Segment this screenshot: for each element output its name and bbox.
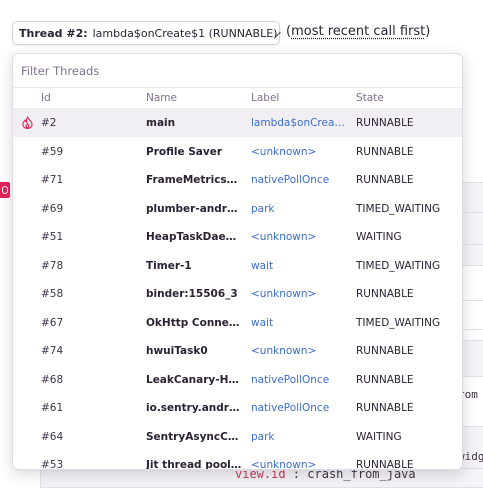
filter-threads-input[interactable] bbox=[13, 54, 462, 88]
thread-id: #2 bbox=[41, 117, 57, 129]
thread-label[interactable]: park bbox=[251, 431, 275, 443]
thread-name: OkHttp Connecti... bbox=[146, 316, 244, 329]
thread-state: RUNNABLE bbox=[356, 145, 414, 158]
thread-state: TIMED_WAITING bbox=[356, 259, 441, 272]
thread-selector[interactable]: Thread #2: lambda$onCreate$1 (RUNNABLE) bbox=[12, 21, 282, 45]
thread-name: binder:15506_3 bbox=[146, 288, 238, 300]
thread-row[interactable]: #59 Profile Saver <unknown> RUNNABLE bbox=[13, 138, 462, 166]
thread-name: HeapTaskDaemon bbox=[146, 231, 244, 243]
thread-label[interactable]: park bbox=[251, 203, 275, 215]
thread-id: #78 bbox=[41, 259, 64, 272]
thread-name: Profile Saver bbox=[146, 145, 223, 158]
column-header-state: State bbox=[356, 92, 384, 104]
thread-label[interactable]: <unknown> bbox=[251, 146, 316, 158]
thread-id: #71 bbox=[41, 174, 64, 186]
thread-label[interactable]: lambda$onCreate... bbox=[251, 117, 349, 129]
thread-state: RUNNABLE bbox=[356, 345, 414, 357]
thread-row[interactable]: #51 HeapTaskDaemon <unknown> WAITING bbox=[13, 223, 462, 251]
call-order-note: (most recent call first) bbox=[286, 24, 430, 39]
thread-name: SentryAsyncCon... bbox=[146, 430, 244, 443]
thread-label[interactable]: <unknown> bbox=[251, 459, 316, 469]
thread-state: TIMED_WAITING bbox=[356, 316, 441, 329]
column-header-name: Name bbox=[146, 92, 177, 104]
call-order-paren-close: ) bbox=[425, 24, 431, 39]
thread-name: io.sentry.android... bbox=[146, 402, 244, 414]
thread-id: #53 bbox=[41, 459, 64, 470]
column-header-label: Label bbox=[251, 92, 280, 104]
thread-name: Timer-1 bbox=[146, 259, 192, 272]
thread-row[interactable]: #69 plumber-android... park TIMED_WAITING bbox=[13, 195, 462, 223]
thread-state: TIMED_WAITING bbox=[356, 202, 441, 215]
thread-id: #61 bbox=[41, 402, 64, 414]
thread-selector-label: Thread #2: bbox=[19, 26, 88, 40]
thread-name: FrameMetricsAg... bbox=[146, 174, 244, 186]
bug-icon bbox=[0, 182, 10, 198]
call-order-text: most recent call first bbox=[291, 24, 426, 39]
table-header: Id Name Label State bbox=[13, 88, 462, 109]
thread-id: #69 bbox=[41, 202, 64, 215]
thread-row[interactable]: #74 hwuiTask0 <unknown> RUNNABLE bbox=[13, 337, 462, 365]
thread-row[interactable]: #78 Timer-1 wait TIMED_WAITING bbox=[13, 252, 462, 280]
thread-selector-value: lambda$onCreate$1 (RUNNABLE) bbox=[92, 26, 278, 40]
thread-state: RUNNABLE bbox=[356, 459, 414, 470]
thread-id: #74 bbox=[41, 345, 64, 357]
thread-label[interactable]: nativePollOnce bbox=[251, 174, 329, 186]
thread-row[interactable]: #67 OkHttp Connecti... wait TIMED_WAITING bbox=[13, 309, 462, 337]
thread-row[interactable]: #53 Jit thread pool w... <unknown> RUNNABLE bbox=[13, 451, 462, 470]
thread-row[interactable]: #68 LeakCanary-Hea... nativePollOnce RUNNAB… bbox=[13, 366, 462, 394]
thread-state: RUNNABLE bbox=[356, 174, 414, 186]
thread-label[interactable]: <unknown> bbox=[251, 345, 316, 357]
thread-row[interactable]: #71 FrameMetricsAg... nativePollOnce RUNNAB… bbox=[13, 166, 462, 194]
thread-state: RUNNABLE bbox=[356, 402, 414, 414]
thread-name: plumber-android... bbox=[146, 202, 244, 215]
thread-name: hwuiTask0 bbox=[146, 345, 208, 357]
column-header-id: Id bbox=[41, 92, 51, 104]
thread-name: Jit thread pool w... bbox=[146, 459, 244, 470]
thread-state: RUNNABLE bbox=[356, 117, 414, 129]
thread-dropdown: Id Name Label State #2 main lambda$onCreat… bbox=[12, 53, 463, 470]
thread-label[interactable]: <unknown> bbox=[251, 231, 316, 243]
thread-row[interactable]: #58 binder:15506_3 <unknown> RUNNABLE bbox=[13, 280, 462, 308]
thread-state: WAITING bbox=[356, 231, 402, 243]
thread-state: RUNNABLE bbox=[356, 288, 414, 300]
thread-row[interactable]: #2 main lambda$onCreate... RUNNABLE bbox=[13, 109, 462, 137]
flame-icon bbox=[22, 116, 33, 129]
thread-label[interactable]: wait bbox=[251, 317, 273, 329]
background-left-rail bbox=[0, 0, 12, 486]
thread-label[interactable]: <unknown> bbox=[251, 288, 316, 300]
thread-state: RUNNABLE bbox=[356, 373, 414, 386]
thread-id: #59 bbox=[41, 145, 64, 158]
thread-label[interactable]: nativePollOnce bbox=[251, 374, 329, 386]
thread-label[interactable]: nativePollOnce bbox=[251, 402, 329, 414]
thread-id: #51 bbox=[41, 231, 64, 243]
thread-id: #68 bbox=[41, 373, 64, 386]
thread-name: LeakCanary-Hea... bbox=[146, 373, 244, 386]
thread-id: #64 bbox=[41, 430, 64, 443]
thread-row[interactable]: #61 io.sentry.android... nativePollOnce RUN… bbox=[13, 394, 462, 422]
thread-name: main bbox=[146, 117, 176, 129]
thread-state: WAITING bbox=[356, 430, 402, 443]
thread-row[interactable]: #64 SentryAsyncCon... park WAITING bbox=[13, 423, 462, 451]
thread-id: #58 bbox=[41, 288, 64, 300]
thread-id: #67 bbox=[41, 316, 64, 329]
thread-label[interactable]: wait bbox=[251, 260, 273, 272]
